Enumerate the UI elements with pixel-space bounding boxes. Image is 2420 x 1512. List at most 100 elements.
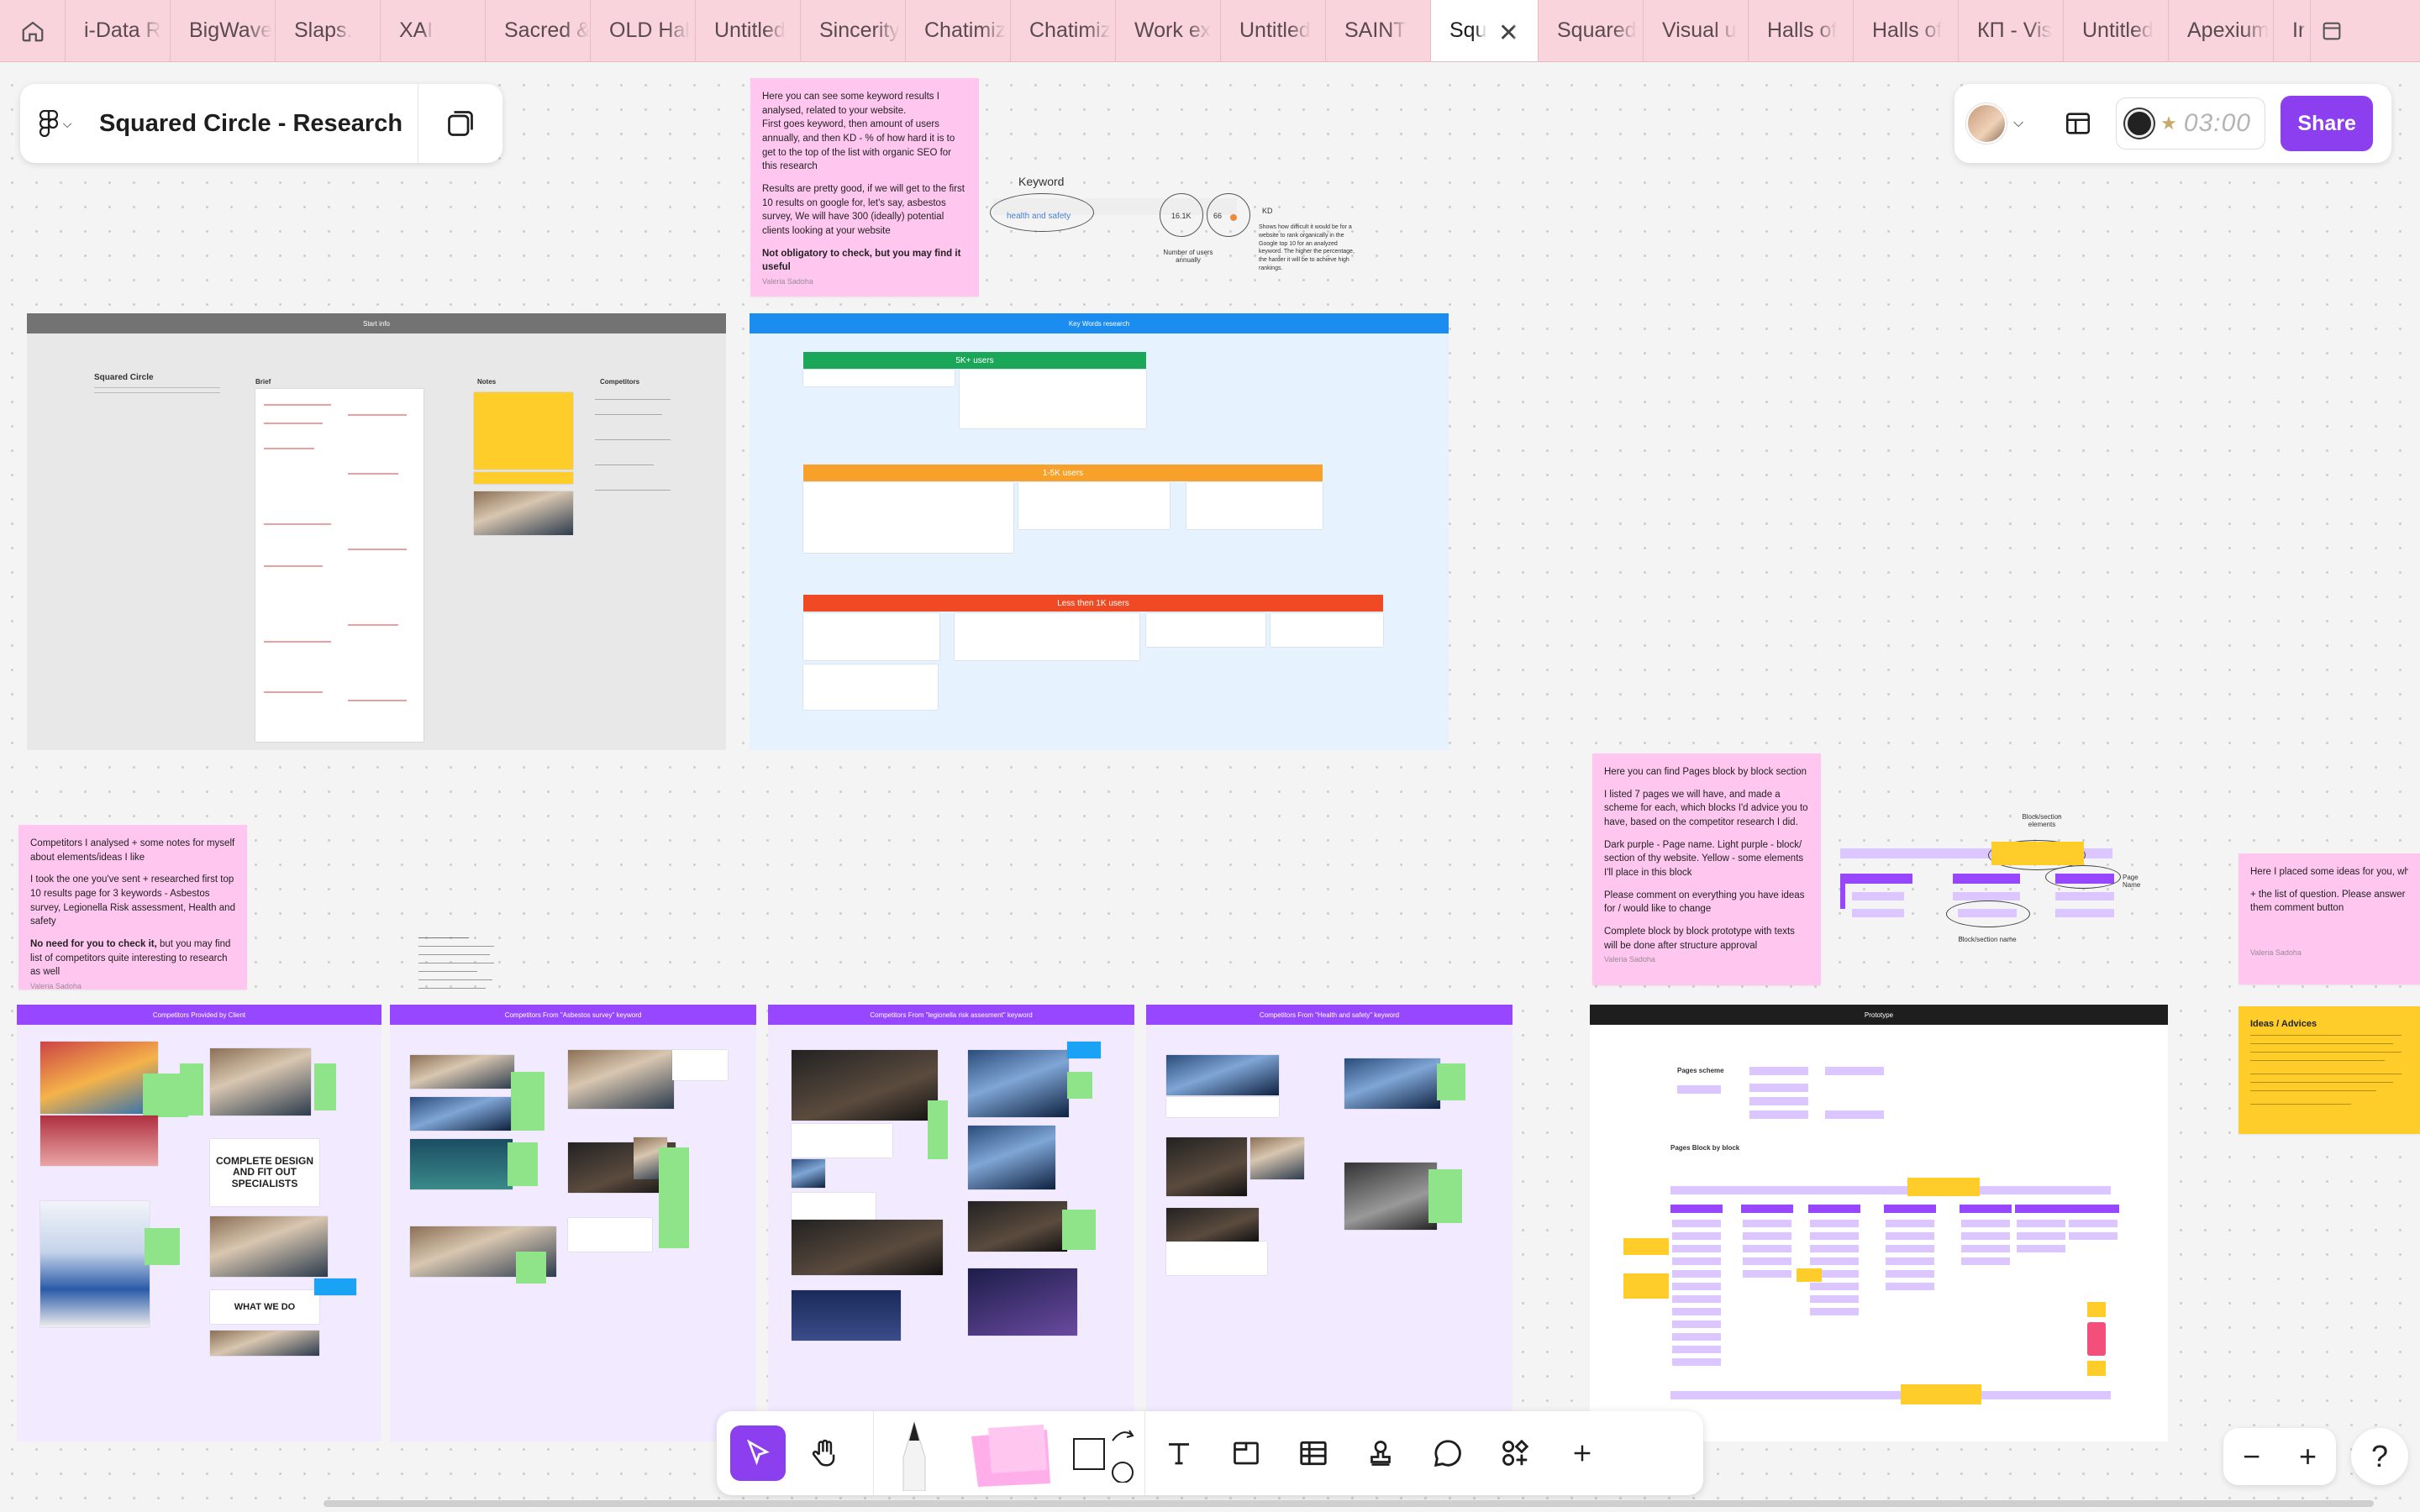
sticky-competitors-note[interactable]: Competitors I analysed + some notes for … [18,825,247,990]
pen-tool[interactable] [874,1420,955,1491]
poster-title: WHAT WE DO [234,1302,296,1312]
text-tool[interactable] [1145,1424,1213,1483]
sticky-text: Here you can see some keyword results I … [762,92,939,116]
timer-button[interactable]: ★ 03:00 [2116,97,2266,150]
tab-8[interactable]: Sincerity [801,0,906,61]
tab-4[interactable]: XAI [381,0,486,61]
tab-2[interactable]: BigWave [171,0,276,61]
text-line [595,414,662,415]
block-bar [1672,1320,1721,1328]
tab-13[interactable]: SAINT [1326,0,1431,61]
text-line [264,423,323,424]
page-bar [2015,1205,2067,1213]
avatar[interactable] [1966,103,2007,144]
hand-tool[interactable] [791,1424,858,1483]
timer-icon [2125,109,2154,138]
more-tools-button[interactable] [1549,1424,1616,1483]
tab-3[interactable]: Slaps. [276,0,381,61]
text-line [2250,1104,2351,1105]
rectangle-icon [1073,1430,1134,1483]
frame-competitors-legionella[interactable]: Competitors From "legionella risk assesm… [768,1005,1134,1441]
frame-prototype[interactable]: Prototype Pages scheme Pages Block by bl… [1590,1005,2168,1441]
tab-18[interactable]: Halls of [1854,0,1959,61]
frame-keywords[interactable]: Key Words research 5K+ users 1-5K users … [750,313,1449,750]
legend-ellipse [2045,865,2121,889]
keyword-table [1270,613,1383,647]
competitor-screenshot [1344,1163,1437,1230]
chevron-down-icon[interactable]: ⌵ [2013,116,2023,131]
tab-17[interactable]: Halls of [1749,0,1854,61]
block-bar [1810,1295,1859,1303]
text-line [94,392,220,393]
tab-6[interactable]: OLD Hal [591,0,696,61]
block-bar [1961,1220,2010,1227]
text-line [2250,1090,2376,1091]
green-note [1067,1072,1092,1099]
sticky-note-tool[interactable] [955,1424,1064,1487]
main-menu-button[interactable]: ⌵ [20,110,91,137]
tab-1[interactable]: i-Data R [66,0,171,61]
sticky-keywords-note[interactable]: Here you can see some keyword results I … [750,78,979,297]
tab-label: Chatimiz [924,18,1007,42]
tab-9[interactable]: Chatimiz [906,0,1011,61]
block-bar [2055,909,2114,917]
block-bar [1953,892,2020,900]
tabs-overflow-button[interactable] [2311,0,2353,61]
tab-5[interactable]: Sacred & [486,0,591,61]
help-button[interactable]: ? [2351,1428,2408,1485]
zoom-in-icon[interactable]: + [2299,1439,2317,1474]
move-tool[interactable] [730,1425,786,1481]
file-title[interactable]: Squared Circle - Research [91,110,418,138]
layout-button[interactable] [2057,102,2099,144]
tab-20[interactable]: Untitled [2064,0,2169,61]
pages-icon [448,111,473,136]
text-line [264,523,331,525]
tab-11[interactable]: Work ex [1116,0,1221,61]
frame-competitors-asbestos[interactable]: Competitors From "Asbestos survey" keywo… [390,1005,756,1441]
comment-tool[interactable] [1414,1424,1481,1483]
pages-button[interactable] [418,108,502,139]
zoom-controls: − + [2223,1428,2336,1485]
widgets-tool[interactable] [1481,1424,1549,1483]
tab-label: Halls of [1767,18,1838,42]
legend-page-name: Page Name [2123,874,2141,889]
sticky-text: I listed 7 pages we will have, and made … [1604,789,1808,828]
tab-19[interactable]: КП - Vis [1959,0,2064,61]
competitor-poster: WHAT WE DO [210,1290,319,1324]
yellow-element [1991,842,2084,865]
tab-label: OLD Hal [609,18,690,42]
frame-competitors-health[interactable]: Competitors From "Health and safety" key… [1146,1005,1512,1441]
competitor-screenshot [1166,1137,1247,1196]
stamp-tool[interactable] [1347,1424,1414,1483]
tab-15[interactable]: Squared [1539,0,1644,61]
tab-12[interactable]: Untitled [1221,0,1326,61]
zoom-out-icon[interactable]: − [2243,1439,2260,1474]
block-bar [1958,909,2017,917]
hand-icon [812,1439,835,1467]
shape-tool[interactable] [1064,1424,1144,1483]
horizontal-scrollbar[interactable] [324,1500,2374,1507]
section-tool[interactable] [1213,1424,1280,1483]
ideas-card[interactable]: Ideas / Advices [2238,1006,2420,1134]
block-bar [2069,1220,2118,1227]
competitor-screenshot [968,1126,1055,1189]
home-tab[interactable] [0,0,66,61]
tab-22[interactable]: Ir [2274,0,2311,61]
frame-start-info[interactable]: Start info Squared Circle Brief Notes Co… [27,313,726,750]
close-icon[interactable]: ✕ [1498,18,1519,48]
tab-7[interactable]: Untitled [696,0,801,61]
layout-icon [2066,113,2091,134]
frame-competitors-client[interactable]: Competitors Provided by Client COMPLETE … [17,1005,381,1441]
table-tool[interactable] [1280,1424,1347,1483]
tab-16[interactable]: Visual u [1644,0,1749,61]
text-line [595,490,671,491]
share-button[interactable]: Share [2281,96,2374,151]
tab-14[interactable]: Squ ✕ [1431,0,1539,61]
sticky-ideas-note[interactable]: Here I placed some ideas for you, which … [2238,853,2420,984]
tab-21[interactable]: Apexium [2169,0,2274,61]
block-bar [1810,1245,1859,1252]
block-bar [1961,1232,2010,1240]
sticky-pages-note[interactable]: Here you can find Pages block by block s… [1592,753,1821,985]
legend-example: health and safety [1007,212,1071,221]
tab-10[interactable]: Chatimiz [1011,0,1116,61]
